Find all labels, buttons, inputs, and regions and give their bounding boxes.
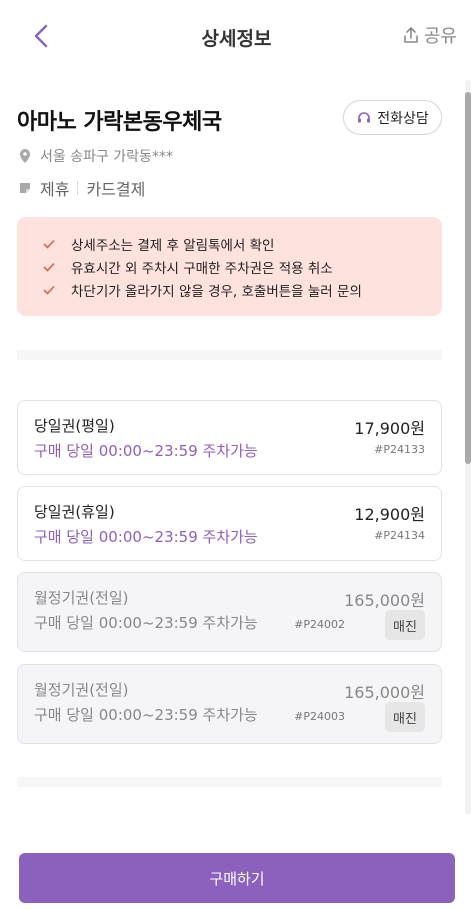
ticket-code: #P24133 [374, 443, 425, 456]
headset-icon [358, 111, 371, 122]
address-row: 서울 송파구 가락동*** [18, 146, 173, 166]
location-pin-icon [20, 149, 30, 163]
buy-button[interactable]: 구매하기 [19, 853, 455, 903]
notice-text: 유효시간 외 주차시 구매한 주차권은 적용 취소 [71, 260, 333, 277]
ticket-name: 월정기권(전일) [34, 589, 129, 607]
ticket-code: #P24134 [374, 529, 425, 542]
check-icon [43, 239, 55, 249]
ticket-valid-time: 구매 당일 00:00~23:59 주차가능 [34, 706, 258, 724]
ticket-code: #P24002 [294, 618, 345, 631]
check-icon [43, 262, 55, 272]
section-divider [17, 350, 442, 360]
notice-item: 차단기가 올라가지 않을 경우, 호출버튼을 눌러 문의 [43, 278, 442, 301]
soldout-badge: 매진 [385, 610, 425, 640]
ticket-price: 165,000원 [344, 683, 425, 702]
address-text: 서울 송파구 가락동*** [40, 149, 173, 165]
call-consult-button[interactable]: 전화상담 [343, 100, 442, 135]
bottom-bar: 구매하기 [0, 820, 473, 910]
ticket-valid-time: 구매 당일 00:00~23:59 주차가능 [34, 614, 258, 632]
ticket-price: 12,900원 [354, 505, 425, 524]
tag-divider [77, 180, 79, 196]
share-button[interactable]: 공유 [401, 22, 457, 48]
ticket-card-soldout: 월정기권(전일) 165,000원 구매 당일 00:00~23:59 주차가능… [17, 664, 442, 744]
ticket-card-soldout: 월정기권(전일) 165,000원 구매 당일 00:00~23:59 주차가능… [17, 572, 442, 652]
ticket-name: 당일권(휴일) [34, 503, 115, 521]
tag-partner: 제휴 [40, 180, 70, 199]
section-divider [17, 777, 442, 787]
notice-box: 상세주소는 결제 후 알림톡에서 확인 유효시간 외 주차시 구매한 주차권은 … [17, 217, 442, 316]
store-name: 아마노 가락본동우체국 [17, 110, 222, 135]
ticket-price: 17,900원 [354, 419, 425, 438]
notice-text: 상세주소는 결제 후 알림톡에서 확인 [71, 237, 275, 254]
notice-text: 차단기가 올라가지 않을 경우, 호출버튼을 눌러 문의 [71, 283, 362, 300]
share-label: 공유 [423, 26, 457, 47]
check-icon [43, 285, 55, 295]
ticket-price: 165,000원 [344, 591, 425, 610]
ticket-code: #P24003 [294, 710, 345, 723]
share-icon [404, 27, 418, 43]
ticket-card[interactable]: 당일권(휴일) 12,900원 구매 당일 00:00~23:59 주차가능 #… [17, 486, 442, 561]
soldout-badge: 매진 [385, 702, 425, 732]
tag-card-payment: 카드결제 [86, 180, 146, 199]
ticket-name: 월정기권(전일) [34, 681, 129, 699]
ticket-card[interactable]: 당일권(평일) 17,900원 구매 당일 00:00~23:59 주차가능 #… [17, 400, 442, 475]
tag-row: 제휴 카드결제 [18, 176, 145, 200]
notice-item: 상세주소는 결제 후 알림톡에서 확인 [43, 232, 442, 255]
tag-icon [20, 183, 30, 193]
ticket-valid-time: 구매 당일 00:00~23:59 주차가능 [34, 528, 258, 546]
scrollbar-thumb[interactable] [465, 92, 471, 464]
detail-content[interactable]: 아마노 가락본동우체국 전화상담 서울 송파구 가락동*** 제휴 카드결제 상… [0, 70, 473, 820]
top-header: 상세정보 공유 [0, 0, 473, 70]
notice-item: 유효시간 외 주차시 구매한 주차권은 적용 취소 [43, 255, 442, 278]
ticket-valid-time: 구매 당일 00:00~23:59 주차가능 [34, 442, 258, 460]
call-consult-label: 전화상담 [377, 110, 429, 127]
ticket-name: 당일권(평일) [34, 417, 115, 435]
